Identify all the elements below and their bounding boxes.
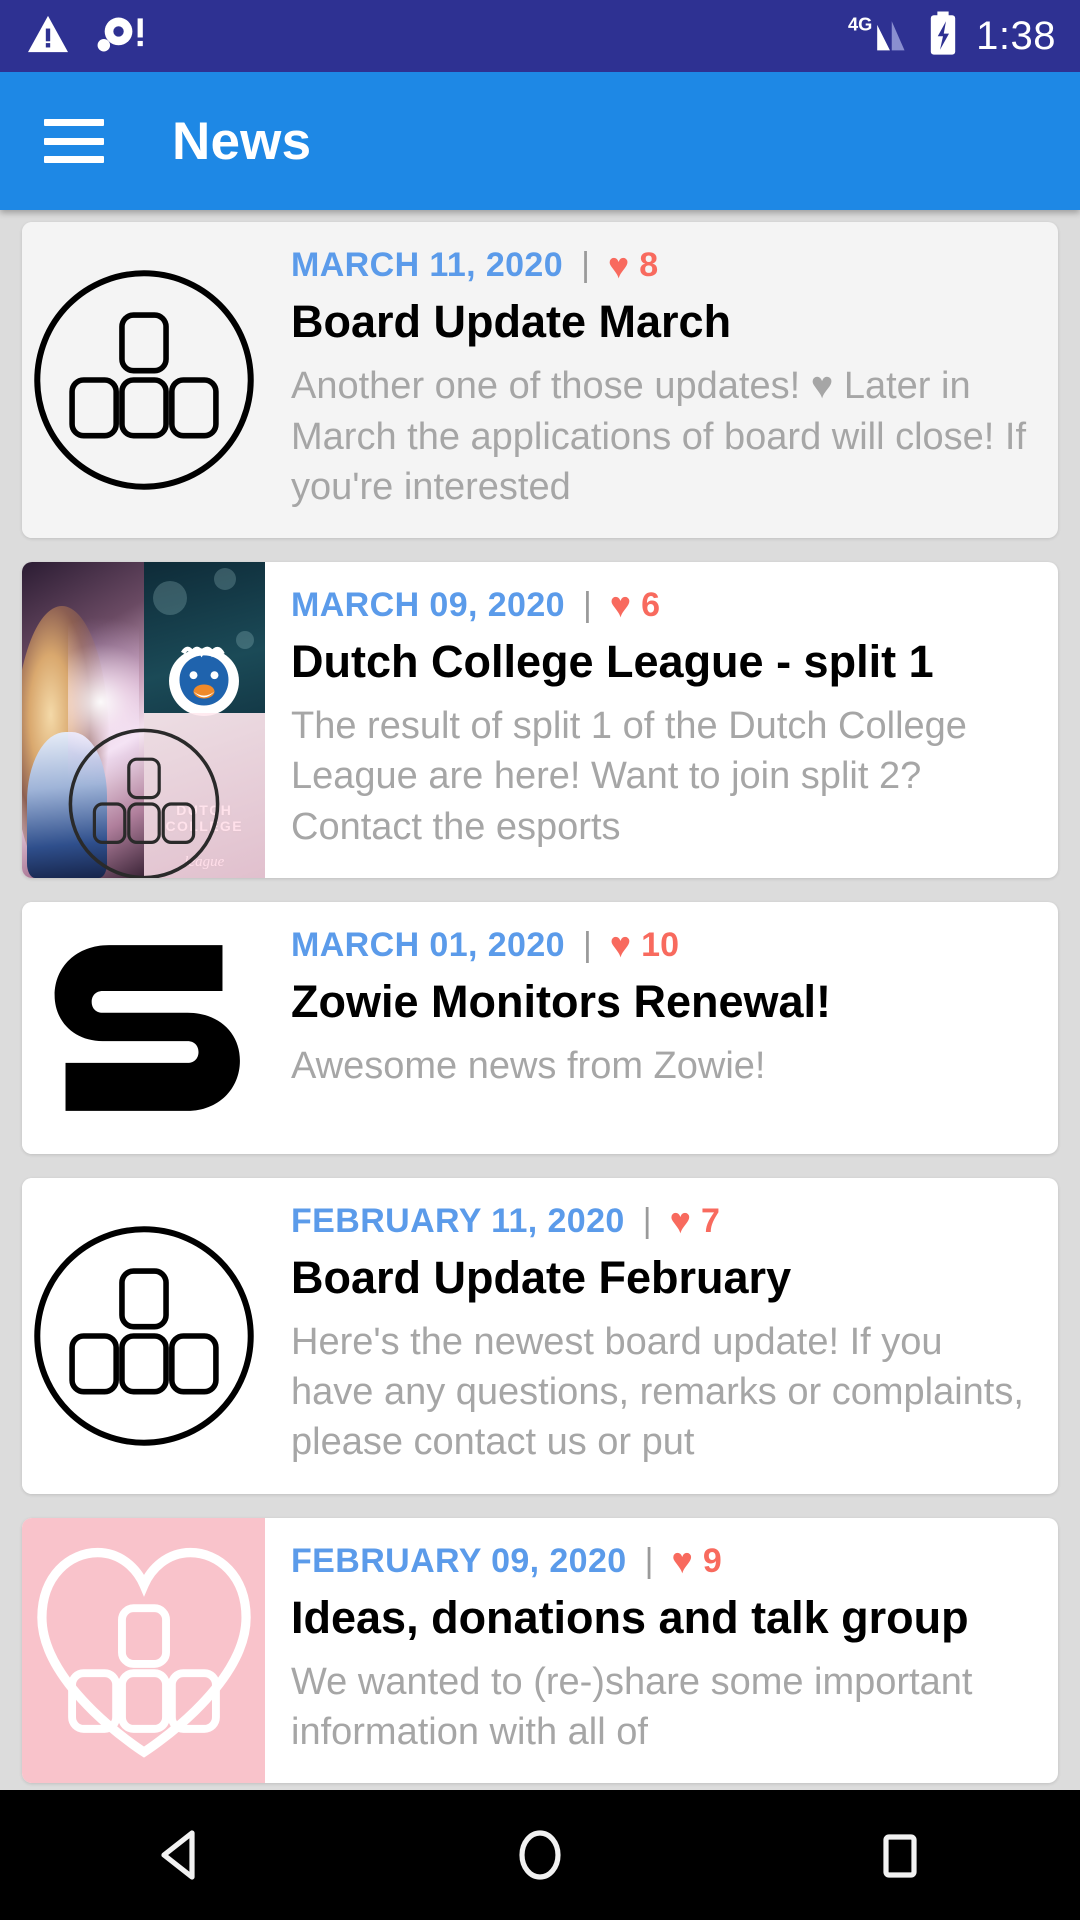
back-button[interactable] <box>120 1790 240 1920</box>
signal-4g-icon: 4G <box>848 12 910 61</box>
news-card[interactable]: FEBRUARY 11, 2020 | ♥ 7 Board Update Feb… <box>22 1177 1058 1494</box>
page-title: News <box>172 111 312 171</box>
like-count: 7 <box>700 1201 720 1240</box>
news-excerpt: Another one of those updates! ♥ Later in… <box>291 365 1027 508</box>
dutch-college-league-image: DUTCH COLLEGE league <box>22 561 265 878</box>
meta-separator: | <box>582 585 592 624</box>
news-date: MARCH 11, 2020 <box>291 246 564 284</box>
heart-logo-icon <box>36 1548 251 1759</box>
home-button[interactable] <box>480 1790 600 1920</box>
android-navigation-bar <box>0 1790 1080 1920</box>
news-date: FEBRUARY 09, 2020 <box>291 1541 627 1580</box>
news-body: MARCH 09, 2020 | ♥ 6 Dutch College Leagu… <box>265 562 1058 878</box>
status-bar: 4G 1:38 <box>0 0 1080 72</box>
news-thumbnail <box>22 1177 265 1494</box>
news-date: FEBRUARY 11, 2020 <box>291 1201 625 1240</box>
status-left-icons <box>26 14 148 59</box>
news-meta: MARCH 01, 2020 | ♥ 10 <box>291 926 1030 965</box>
news-card[interactable]: MARCH 01, 2020 | ♥ 10 Zowie Monitors Ren… <box>22 901 1058 1154</box>
like-counter[interactable]: ♥ 6 <box>610 586 660 625</box>
news-thumbnail: DUTCH COLLEGE league <box>22 561 265 878</box>
zowie-logo-icon <box>54 944 240 1111</box>
news-excerpt: We wanted to (re-)share some important i… <box>291 1660 973 1754</box>
news-body: MARCH 11, 2020 | ♥ 8 Board Update March … <box>265 222 1058 538</box>
like-count: 8 <box>639 246 659 284</box>
battery-charging-icon <box>928 11 958 62</box>
news-thumbnail <box>22 222 265 538</box>
app-bar: News <box>0 72 1080 210</box>
news-excerpt: Here's the newest board update! If you h… <box>291 1321 1024 1464</box>
news-title: Dutch College League - split 1 <box>291 636 934 687</box>
news-title: Ideas, donations and talk group <box>291 1592 969 1643</box>
like-counter[interactable]: ♥ 7 <box>670 1202 720 1241</box>
news-card[interactable]: DUTCH COLLEGE league MARCH 09, 2020 <box>22 561 1058 878</box>
like-count: 10 <box>641 925 679 964</box>
heart-icon: ♥ <box>669 1200 691 1242</box>
meta-separator: | <box>644 1541 654 1580</box>
news-title: Board Update March <box>291 297 732 347</box>
warning-triangle-icon <box>26 14 70 59</box>
heart-icon: ♥ <box>671 1540 693 1582</box>
meta-separator: | <box>582 925 592 964</box>
hamburger-menu-icon[interactable] <box>44 119 104 163</box>
news-date: MARCH 09, 2020 <box>291 585 565 624</box>
news-title: Board Update February <box>291 1252 792 1303</box>
news-meta: FEBRUARY 09, 2020 | ♥ 9 <box>291 1542 1030 1581</box>
heart-icon: ♥ <box>609 584 632 626</box>
news-title: Zowie Monitors Renewal! <box>291 976 832 1027</box>
clock-time: 1:38 <box>976 13 1056 58</box>
phone-screen: 4G 1:38 News MARCH 11, 2020 | ♥ 8 Board … <box>0 0 1080 1920</box>
news-body: FEBRUARY 09, 2020 | ♥ 9 Ideas, donations… <box>265 1518 1058 1784</box>
news-list[interactable]: MARCH 11, 2020 | ♥ 8 Board Update March … <box>0 210 1080 1920</box>
news-date: MARCH 01, 2020 <box>291 925 565 964</box>
board-logo-circle-icon <box>33 270 254 490</box>
like-counter[interactable]: ♥ 9 <box>671 1542 721 1581</box>
like-count: 9 <box>702 1541 722 1580</box>
status-right-icons: 4G 1:38 <box>848 11 1056 62</box>
news-body: MARCH 01, 2020 | ♥ 10 Zowie Monitors Ren… <box>265 902 1058 1154</box>
board-logo-circle-icon <box>68 728 219 878</box>
news-excerpt: The result of split 1 of the Dutch Colle… <box>291 705 967 848</box>
news-card[interactable]: FEBRUARY 09, 2020 | ♥ 9 Ideas, donations… <box>22 1517 1058 1784</box>
like-counter[interactable]: ♥ 8 <box>608 246 658 285</box>
meta-separator: | <box>642 1201 652 1240</box>
news-meta: MARCH 09, 2020 | ♥ 6 <box>291 586 1030 625</box>
recents-button[interactable] <box>840 1790 960 1920</box>
home-circle-icon <box>519 1830 561 1880</box>
news-card[interactable]: MARCH 11, 2020 | ♥ 8 Board Update March … <box>22 222 1058 538</box>
news-body: FEBRUARY 11, 2020 | ♥ 7 Board Update Feb… <box>265 1178 1058 1494</box>
back-triangle-icon <box>161 1830 195 1880</box>
svg-text:4G: 4G <box>848 13 872 34</box>
news-thumbnail <box>22 1517 265 1784</box>
like-counter[interactable]: ♥ 10 <box>610 926 679 965</box>
meta-separator: | <box>581 246 590 284</box>
sync-problem-icon <box>96 14 148 59</box>
news-excerpt: Awesome news from Zowie! <box>291 1045 766 1088</box>
news-meta: FEBRUARY 11, 2020 | ♥ 7 <box>291 1202 1030 1241</box>
heart-icon: ♥ <box>607 244 630 286</box>
news-meta: MARCH 11, 2020 | ♥ 8 <box>291 246 1030 285</box>
heart-icon: ♥ <box>609 924 632 966</box>
recents-square-icon <box>883 1834 917 1878</box>
like-count: 6 <box>641 585 661 624</box>
board-logo-circle-icon <box>33 1225 254 1446</box>
news-thumbnail <box>22 901 265 1154</box>
